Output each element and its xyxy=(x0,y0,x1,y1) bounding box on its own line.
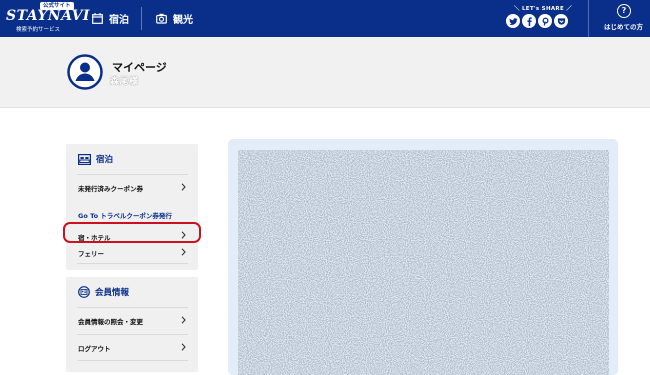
share-label: ＼ LET's SHARE ／ xyxy=(513,6,573,12)
sidebar-item-logout[interactable]: ログアウト xyxy=(77,334,188,359)
pocket-icon[interactable] xyxy=(554,14,568,28)
nav-stay[interactable]: 宿泊 xyxy=(92,0,129,37)
sidebar-item-unissued-coupons[interactable]: 未発行済みクーポン券 xyxy=(77,174,188,199)
nav-sightseeing[interactable]: 観光 xyxy=(156,0,193,37)
user-avatar-icon xyxy=(67,54,103,90)
selected-item-highlight xyxy=(63,222,201,243)
nav-stay-label: 宿泊 xyxy=(109,15,129,26)
divider xyxy=(77,360,188,361)
chevron-right-icon xyxy=(181,316,186,324)
nav-divider xyxy=(141,7,142,30)
logo-subtitle: 検索予約サービス xyxy=(16,27,61,33)
sidebar-item-ferry[interactable]: フェリー xyxy=(77,240,188,265)
sidebar-stay-panel: 宿泊 未発行済みクーポン券 Go To トラベルクーポン券発行 宿・ホテル フェ… xyxy=(66,144,198,270)
beginners-guide-label: はじめての方 xyxy=(604,23,643,31)
share-buttons xyxy=(506,14,568,28)
sidebar-member-panel: 会員情報 会員情報の照会・変更 ログアウト xyxy=(66,277,198,372)
divider xyxy=(77,263,188,264)
chevron-right-icon xyxy=(181,343,186,351)
mypage-banner: マイページ 森尾様 xyxy=(0,37,650,108)
calendar-icon xyxy=(92,13,103,24)
sidebar-stay-heading: 宿泊 xyxy=(78,144,113,174)
bed-icon xyxy=(78,153,91,165)
twitter-icon[interactable] xyxy=(506,14,520,28)
site-header: 公式サイト STAYNAVI 検索予約サービス 宿泊 観光 ＼ LET's SH… xyxy=(0,0,650,37)
pinterest-icon[interactable] xyxy=(538,14,552,28)
facebook-icon[interactable] xyxy=(522,14,536,28)
chevron-right-icon xyxy=(181,183,186,191)
question-icon: ? xyxy=(617,4,631,18)
site-logo[interactable]: 公式サイト STAYNAVI 検索予約サービス xyxy=(4,2,89,34)
user-name: 森尾様 xyxy=(110,77,139,87)
sidebar-item-member-info[interactable]: 会員情報の照会・変更 xyxy=(77,307,188,332)
obscured-content xyxy=(238,150,609,375)
member-info-icon xyxy=(78,286,90,298)
page-title: マイページ xyxy=(112,61,167,74)
nav-sightseeing-label: 観光 xyxy=(173,15,193,26)
chevron-right-icon xyxy=(181,248,186,256)
camera-icon xyxy=(156,13,167,24)
sidebar-member-heading: 会員情報 xyxy=(78,277,129,307)
beginners-guide-link[interactable]: ? はじめての方 xyxy=(588,0,650,37)
logo-text: STAYNAVI xyxy=(6,8,90,24)
